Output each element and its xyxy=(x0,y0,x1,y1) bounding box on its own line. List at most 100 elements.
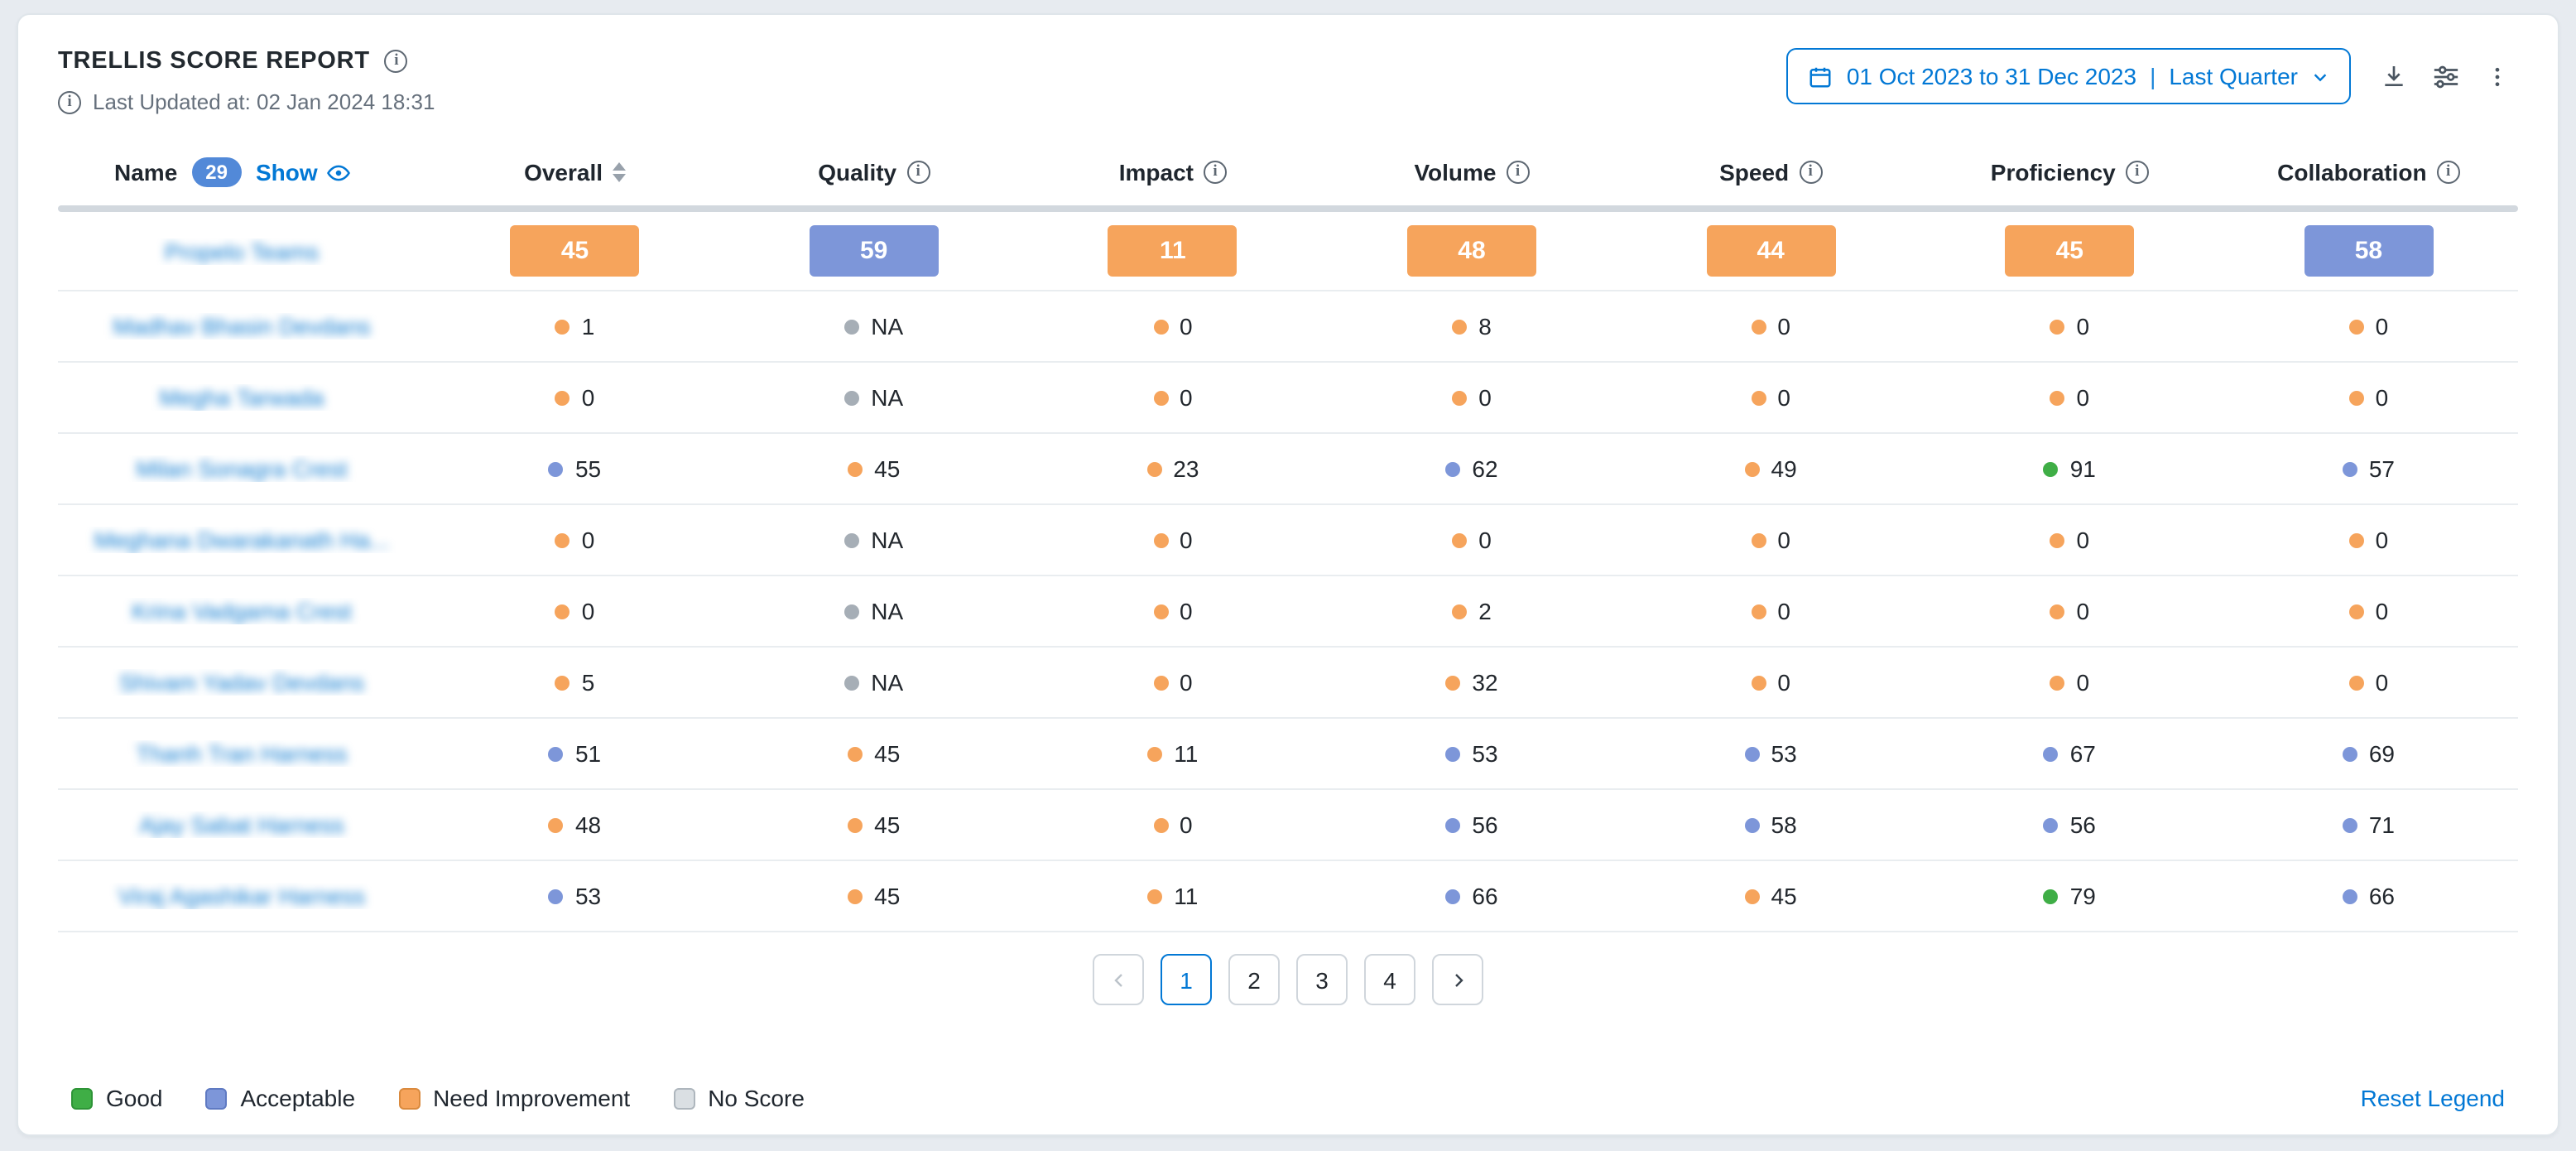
score-cell: 45 xyxy=(724,455,1023,482)
score-cell: 51 xyxy=(425,740,724,767)
settings-button[interactable] xyxy=(2424,54,2468,99)
score-cell: 32 xyxy=(1322,669,1621,696)
score-status-dot xyxy=(1153,390,1168,405)
page-button-4[interactable]: 4 xyxy=(1364,954,1415,1005)
contributor-link[interactable]: Ajay Sabat Harness xyxy=(139,811,344,838)
contributor-link[interactable]: Milan Sonagra Crest xyxy=(136,455,347,482)
score-cell: 0 xyxy=(1920,598,2219,624)
page-button-2[interactable]: 2 xyxy=(1228,954,1280,1005)
score-cell: NA xyxy=(724,598,1023,624)
score-value: 66 xyxy=(2369,883,2395,909)
score-value: 0 xyxy=(2376,669,2389,696)
column-header-proficiency: Proficiencyi xyxy=(1920,159,2219,185)
download-button[interactable] xyxy=(2372,55,2415,98)
score-status-dot xyxy=(848,746,863,761)
score-cell: 0 xyxy=(425,384,724,411)
score-status-dot xyxy=(2044,817,2059,832)
score-cell: 48 xyxy=(425,811,724,838)
score-value: 0 xyxy=(2376,527,2389,553)
contributor-link[interactable]: Thanh Tran Harness xyxy=(136,740,347,767)
score-badge: 58 xyxy=(2304,225,2433,277)
score-value: 0 xyxy=(1180,527,1193,553)
column-info-icon[interactable]: i xyxy=(1799,161,1822,184)
prev-page-button[interactable] xyxy=(1093,954,1144,1005)
score-cell: 0 xyxy=(2219,527,2518,553)
page-button-3[interactable]: 3 xyxy=(1296,954,1348,1005)
score-cell: 0 xyxy=(1920,527,2219,553)
score-cell: 2 xyxy=(1322,598,1621,624)
score-cell: 0 xyxy=(1920,313,2219,340)
score-status-dot xyxy=(1153,675,1168,690)
download-icon xyxy=(2381,63,2407,89)
score-value: 58 xyxy=(1771,811,1797,838)
score-value: 0 xyxy=(2076,384,2089,411)
score-cell: 53 xyxy=(425,883,724,909)
column-info-icon[interactable]: i xyxy=(2126,161,2149,184)
score-cell: 11 xyxy=(1023,883,1322,909)
score-value: 45 xyxy=(1771,883,1797,909)
score-value: NA xyxy=(871,313,903,340)
score-cell: 0 xyxy=(1322,527,1621,553)
score-value: 0 xyxy=(1180,598,1193,624)
date-range-picker[interactable]: 01 Oct 2023 to 31 Dec 2023 | Last Quarte… xyxy=(1787,48,2351,104)
date-range-text: 01 Oct 2023 to 31 Dec 2023 xyxy=(1847,63,2136,89)
contributor-link[interactable]: Megha Tarwada xyxy=(160,384,324,411)
column-header-overall[interactable]: Overall xyxy=(425,159,724,185)
score-value: 45 xyxy=(874,811,900,838)
name-header-label: Name xyxy=(114,159,177,185)
score-value: 1 xyxy=(582,313,595,340)
score-cell: 0 xyxy=(425,598,724,624)
score-cell: 66 xyxy=(2219,883,2518,909)
contributor-link[interactable]: Shivam Yadav Devdans xyxy=(119,669,364,696)
column-info-icon[interactable]: i xyxy=(2437,161,2460,184)
column-info-icon[interactable]: i xyxy=(1204,161,1227,184)
score-value: 51 xyxy=(575,740,601,767)
score-status-dot xyxy=(1445,461,1460,476)
score-status-dot xyxy=(1745,817,1760,832)
score-value: 66 xyxy=(1472,883,1497,909)
name-cell: Propelo Teams xyxy=(58,238,425,264)
title-info-icon[interactable]: i xyxy=(385,50,408,73)
show-toggle[interactable]: Show xyxy=(256,159,351,185)
score-status-dot xyxy=(1146,461,1161,476)
score-cell: NA xyxy=(724,669,1023,696)
column-info-icon[interactable]: i xyxy=(906,161,930,184)
score-value: 0 xyxy=(2376,598,2389,624)
contributor-link[interactable]: Propelo Teams xyxy=(165,238,319,264)
contributor-link[interactable]: Meghana Dwarakanath Ha... xyxy=(94,527,389,553)
page-button-1[interactable]: 1 xyxy=(1161,954,1212,1005)
score-cell: 58 xyxy=(1622,811,1920,838)
contributor-link[interactable]: Madhav Bhasin Devdans xyxy=(113,313,370,340)
contributor-link[interactable]: Viraj Agashikar Harness xyxy=(118,883,365,909)
name-cell: Madhav Bhasin Devdans xyxy=(58,313,425,340)
score-value: NA xyxy=(871,598,903,624)
more-menu-button[interactable] xyxy=(2477,55,2518,97)
score-cell: 45 xyxy=(425,225,724,277)
legend-item-acceptable[interactable]: Acceptable xyxy=(206,1085,356,1111)
legend-swatch xyxy=(206,1087,228,1109)
legend-item-no-score[interactable]: No Score xyxy=(673,1085,805,1111)
score-value: 0 xyxy=(1180,669,1193,696)
legend-item-need-improvement[interactable]: Need Improvement xyxy=(398,1085,630,1111)
score-cell: 8 xyxy=(1322,313,1621,340)
score-cell: 71 xyxy=(2219,811,2518,838)
score-status-dot xyxy=(549,746,564,761)
score-cell: 49 xyxy=(1622,455,1920,482)
score-status-dot xyxy=(844,675,859,690)
page-title: TRELLIS SCORE REPORT xyxy=(58,48,370,75)
score-cell: 0 xyxy=(1622,313,1920,340)
next-page-button[interactable] xyxy=(1432,954,1483,1005)
score-cell: 11 xyxy=(1023,225,1322,277)
score-value: 53 xyxy=(575,883,601,909)
score-cell: 66 xyxy=(1322,883,1621,909)
legend-item-good[interactable]: Good xyxy=(71,1085,163,1111)
score-value: 0 xyxy=(1180,811,1193,838)
contributor-link[interactable]: Krina Vadgama Crest xyxy=(132,598,352,624)
column-info-icon[interactable]: i xyxy=(1507,161,1530,184)
score-value: 53 xyxy=(1771,740,1797,767)
score-status-dot xyxy=(555,532,570,547)
reset-legend-link[interactable]: Reset Legend xyxy=(2361,1085,2505,1111)
legend-label: No Score xyxy=(708,1085,805,1111)
score-status-dot xyxy=(1445,675,1460,690)
sort-icon[interactable] xyxy=(613,162,626,182)
